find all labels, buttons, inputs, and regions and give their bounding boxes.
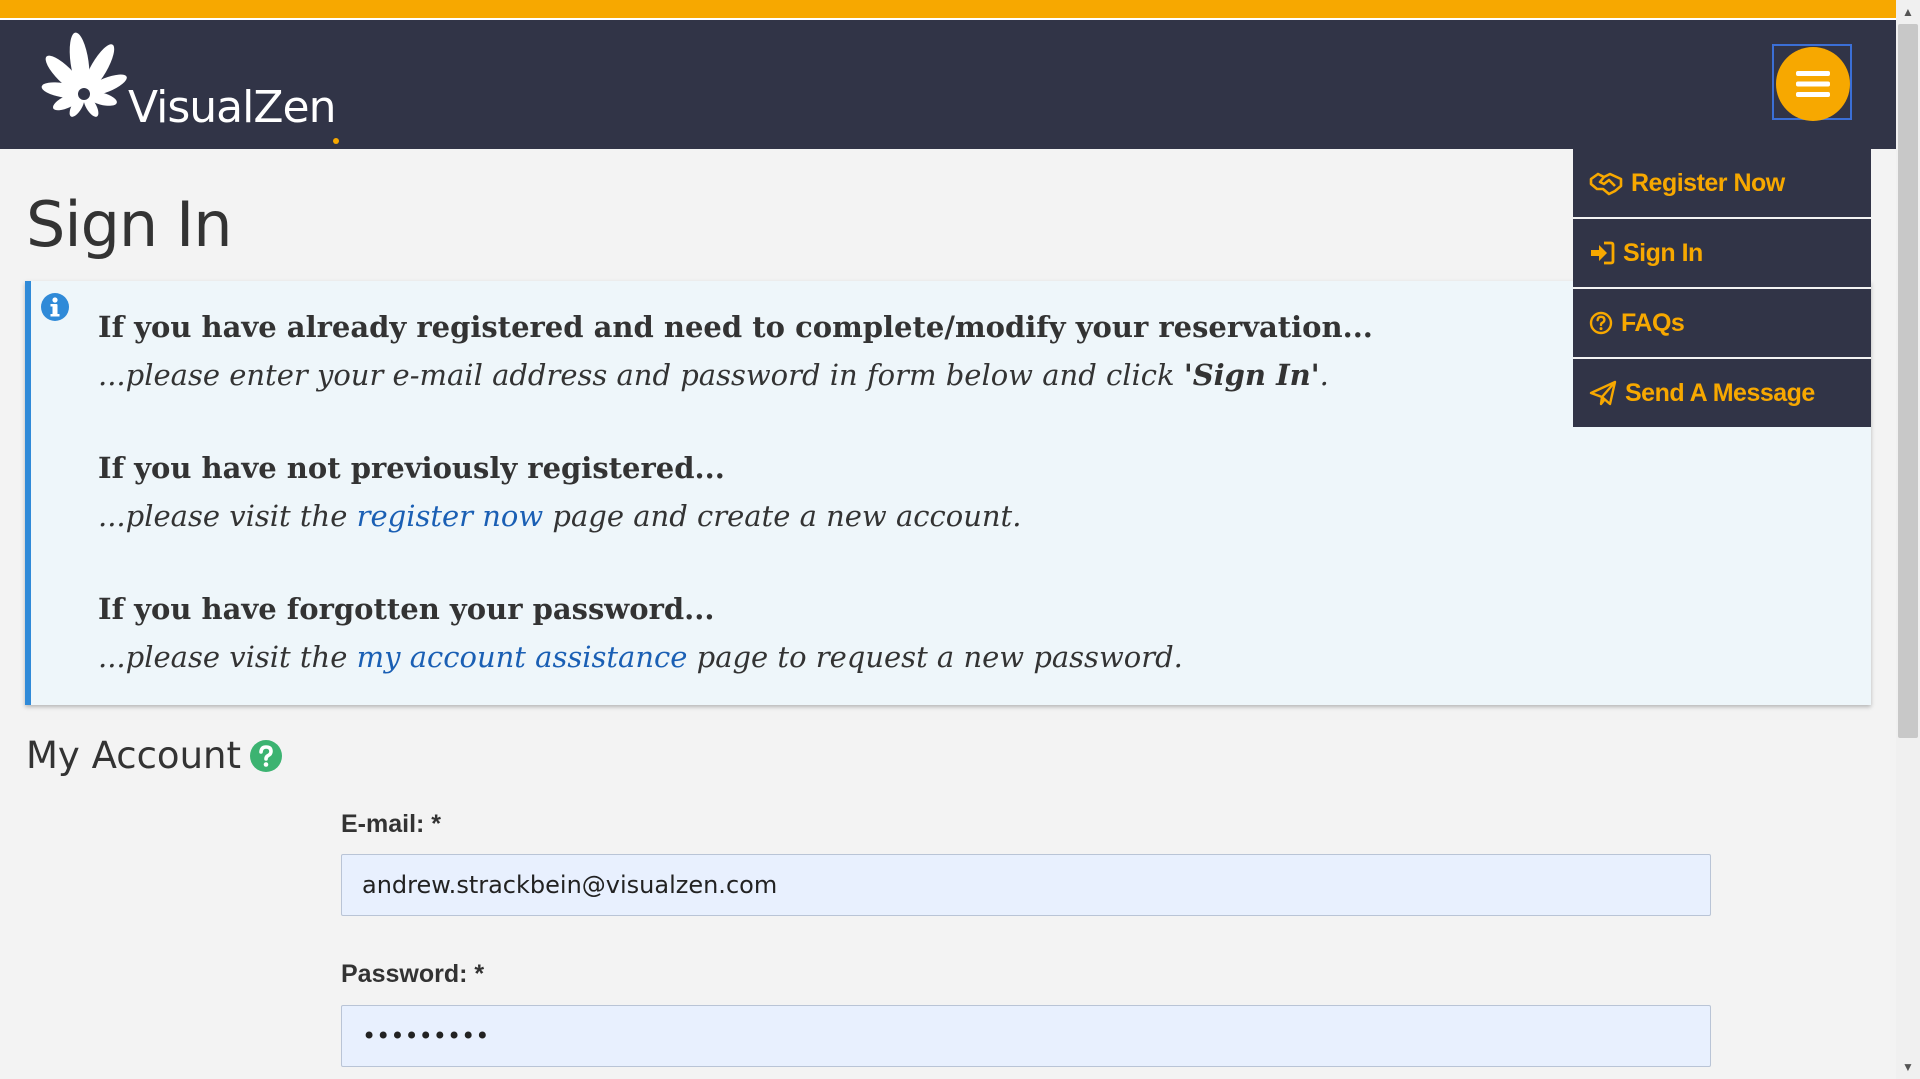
menu-item-label: FAQs — [1621, 308, 1685, 337]
info-text-part: ...please visit the — [98, 499, 357, 533]
info-heading-forgot-password: If you have forgotten your password... — [98, 592, 715, 626]
my-account-title: My Account — [26, 734, 241, 777]
info-text-part: page to request a new password. — [687, 640, 1183, 674]
brand-name: VisualZen — [128, 82, 336, 133]
info-text-part: ...please visit the — [98, 640, 357, 674]
menu-toggle-button[interactable] — [1776, 47, 1850, 121]
password-field[interactable] — [341, 1005, 1711, 1067]
menu-item-label: Register Now — [1631, 168, 1785, 197]
nav-dropdown-menu: Register Now Sign In FAQs Send A Message — [1573, 149, 1871, 429]
page-title: Sign In — [26, 188, 233, 261]
sign-in-icon — [1591, 241, 1615, 265]
info-text-part: ...please enter your e-mail address and … — [98, 358, 1184, 392]
menu-item-send-message[interactable]: Send A Message — [1573, 359, 1871, 427]
email-label: E-mail: * — [341, 810, 442, 838]
scroll-up-arrow-icon[interactable]: ▲ — [1900, 4, 1916, 20]
hamburger-icon — [1796, 71, 1830, 97]
info-text-forgot-password: ...please visit the my account assistanc… — [98, 640, 1183, 674]
info-heading-registered: If you have already registered and need … — [98, 310, 1373, 344]
menu-item-label: Sign In — [1623, 238, 1703, 267]
email-field[interactable] — [341, 854, 1711, 916]
my-account-heading: My Account — [26, 734, 283, 777]
sign-in-emphasis: 'Sign In' — [1183, 358, 1320, 392]
info-heading-not-registered: If you have not previously registered... — [98, 451, 725, 485]
handshake-icon — [1589, 172, 1623, 196]
question-circle-icon — [1589, 311, 1613, 335]
info-text-registered: ...please enter your e-mail address and … — [98, 358, 1329, 392]
account-assistance-link[interactable]: my account assistance — [357, 640, 688, 674]
info-text-part: . — [1319, 358, 1329, 392]
menu-item-faqs[interactable]: FAQs — [1573, 289, 1871, 357]
info-icon — [41, 293, 69, 321]
top-accent-stripe — [0, 0, 1896, 18]
lotus-flower-icon — [41, 32, 127, 117]
brand-dot — [333, 138, 339, 144]
register-now-link[interactable]: register now — [357, 499, 544, 533]
paper-plane-icon — [1589, 380, 1617, 406]
info-text-not-registered: ...please visit the register now page an… — [98, 499, 1021, 533]
password-label: Password: * — [341, 960, 485, 988]
scroll-down-arrow-icon[interactable]: ▼ — [1900, 1059, 1916, 1075]
menu-item-register-now[interactable]: Register Now — [1573, 149, 1871, 217]
help-question-icon[interactable] — [249, 739, 283, 773]
info-text-part: page and create a new account. — [543, 499, 1022, 533]
menu-item-label: Send A Message — [1625, 378, 1815, 407]
menu-item-sign-in[interactable]: Sign In — [1573, 219, 1871, 287]
scrollbar-thumb[interactable] — [1898, 24, 1918, 738]
